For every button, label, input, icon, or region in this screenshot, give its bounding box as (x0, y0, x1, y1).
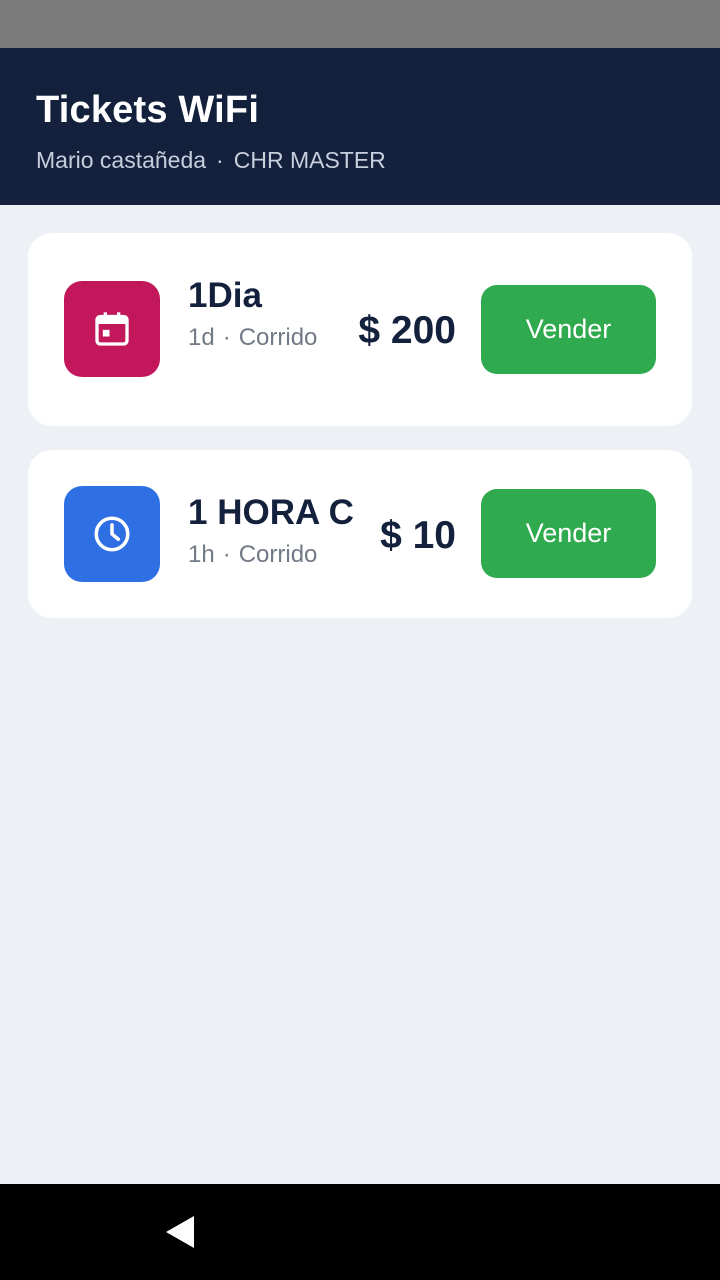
ticket-meta: 1d · Corrido (188, 323, 317, 353)
ticket-name: 1 HORA C (188, 493, 354, 532)
ticket-duration: 1d (188, 324, 215, 351)
ticket-price: $ 10 (380, 514, 456, 557)
clock-icon (94, 516, 130, 552)
navigation-bar (0, 1184, 720, 1280)
back-triangle-icon (166, 1216, 194, 1248)
ticket-info: 1Dia 1d · Corrido (188, 275, 317, 353)
ticket-duration: 1h (188, 541, 215, 568)
calendar-icon (95, 312, 129, 346)
sell-button[interactable]: Vender (481, 285, 656, 374)
back-button[interactable] (150, 1184, 210, 1280)
header-subtitle: Mario castañeda · CHR MASTER (36, 146, 720, 174)
ticket-mode: Corrido (238, 324, 318, 351)
ticket-info: 1 HORA C 1h · Corrido (188, 492, 378, 570)
sell-button[interactable]: Vender (481, 489, 656, 578)
status-bar (0, 0, 720, 48)
ticket-price: $ 200 (358, 309, 456, 352)
app-header: Tickets WiFi Mario castañeda · CHR MASTER (0, 48, 720, 205)
ticket-meta: 1h · Corrido (188, 540, 378, 570)
ticket-list: 1Dia 1d · Corrido $ 200 Vender 1 HORA C 1h… (28, 233, 692, 642)
meta-separator: · (222, 324, 231, 351)
subtitle-separator: · (216, 147, 224, 173)
ticket-name: 1Dia (188, 276, 262, 315)
ticket-card: 1Dia 1d · Corrido $ 200 Vender (28, 233, 692, 426)
user-name: Mario castañeda (36, 147, 207, 173)
ticket-icon-box (64, 281, 160, 377)
page-title: Tickets WiFi (36, 89, 260, 131)
ticket-card: 1 HORA C 1h · Corrido $ 10 Vender (28, 450, 692, 618)
ticket-mode: Corrido (238, 541, 318, 568)
meta-separator: · (222, 541, 231, 568)
network-name: CHR MASTER (233, 147, 386, 173)
ticket-icon-box (64, 486, 160, 582)
